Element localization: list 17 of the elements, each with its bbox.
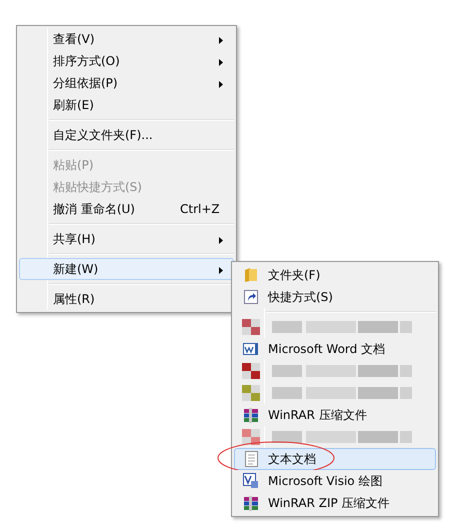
menu-item[interactable]: 共享(H) — [19, 228, 234, 250]
menu-item[interactable]: 分组依据(P) — [19, 72, 234, 94]
folder-icon — [244, 267, 258, 283]
menu-item[interactable]: 查看(V) — [19, 28, 234, 50]
menu-item[interactable]: 撤消 重命名(U) Ctrl+Z — [19, 198, 234, 220]
shortcut-text: Ctrl+Z — [180, 201, 220, 218]
word-document-icon — [243, 342, 259, 356]
menu-item[interactable]: 排序方式(O) — [19, 50, 234, 72]
stacked-books-icon — [243, 408, 259, 422]
menu-item[interactable]: 新建(W) — [19, 258, 234, 280]
text-document-icon — [244, 451, 258, 467]
menu-item[interactable]: 属性(R) — [19, 288, 234, 310]
menu-item[interactable]: 文本文档 — [234, 448, 436, 470]
menu-item[interactable]: 自定义文件夹(F)... — [19, 124, 234, 146]
stacked-books-icon — [243, 496, 259, 510]
menu-item[interactable]: 刷新(E) — [19, 94, 234, 116]
visio-document-icon — [243, 473, 259, 489]
